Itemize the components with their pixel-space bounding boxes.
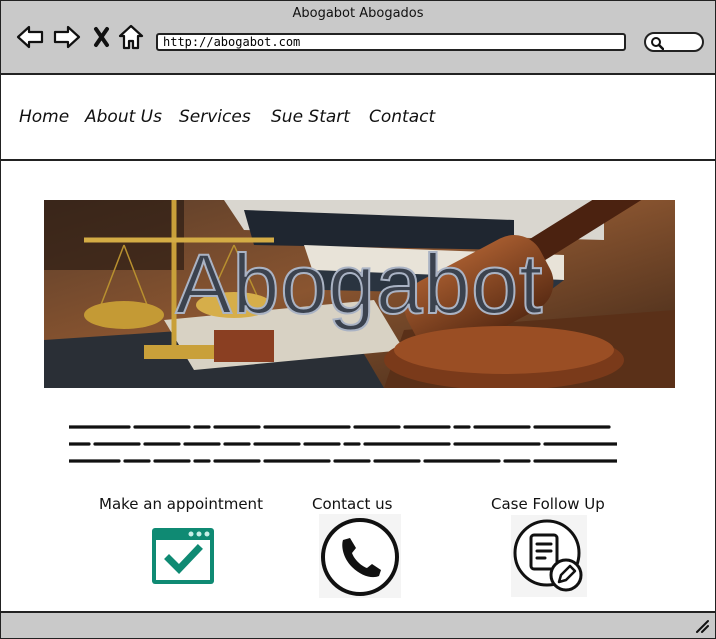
document-edit-icon[interactable] [511,515,587,597]
main-menu: Home About Us Services Sue Start Contact [1,75,715,161]
placeholder-text [69,425,617,463]
menu-item-about-us[interactable]: About Us [85,107,162,127]
appointment-label[interactable]: Make an appointment [99,495,263,513]
arrow-left-icon[interactable] [16,23,44,51]
resize-grip-icon[interactable] [695,619,709,633]
menu-item-home[interactable]: Home [19,107,69,127]
search-input[interactable] [644,32,704,52]
phone-icon[interactable] [319,514,401,598]
menu-item-sue-start[interactable]: Sue Start [271,107,350,127]
menu-item-contact[interactable]: Contact [369,107,435,127]
status-bar [1,611,715,638]
hero-title: Abogabot [175,236,544,332]
url-input[interactable]: http://abogabot.com [156,33,626,51]
home-icon[interactable] [117,23,145,51]
contact-us-label[interactable]: Contact us [312,495,392,513]
x-icon[interactable] [91,23,119,51]
hero-banner: Abogabot [44,200,675,388]
arrow-right-icon[interactable] [53,23,81,51]
search-icon [651,37,664,50]
case-follow-up-label[interactable]: Case Follow Up [491,495,605,513]
browser-window: Abogabot Abogados http://abogabot.com Ho… [0,0,716,639]
window-title: Abogabot Abogados [292,6,424,21]
calendar-check-icon[interactable] [151,527,215,585]
browser-chrome: Abogabot Abogados http://abogabot.com [1,1,715,75]
menu-item-services[interactable]: Services [179,107,251,127]
